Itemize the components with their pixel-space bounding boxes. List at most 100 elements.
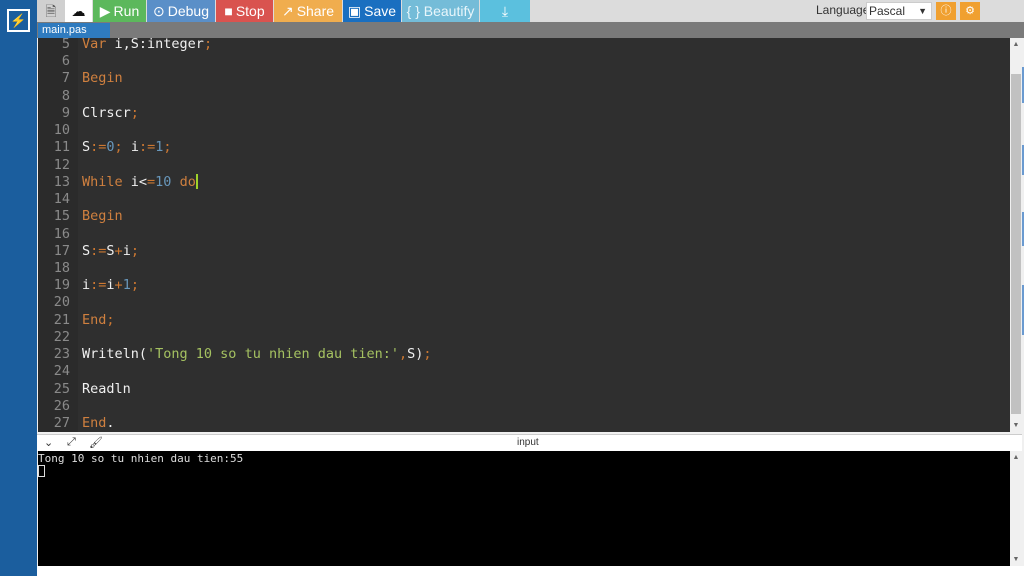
- download-button[interactable]: ⤓: [480, 0, 530, 22]
- code-line[interactable]: While i<=10 do: [82, 173, 198, 190]
- code-token: :=: [90, 277, 107, 294]
- chevron-down-icon: ▼: [918, 6, 927, 16]
- code-token: i: [122, 242, 131, 259]
- code-token: =: [147, 173, 156, 190]
- line-number: 26: [53, 397, 70, 414]
- code-line[interactable]: Begin: [82, 70, 123, 86]
- scroll-down-icon[interactable]: ▼: [1010, 556, 1022, 563]
- code-token: i: [106, 277, 115, 294]
- scrollbar-thumb[interactable]: [1011, 74, 1021, 414]
- scroll-up-icon[interactable]: ▲: [1010, 41, 1022, 48]
- line-number: 22: [53, 328, 70, 345]
- clear-icon[interactable]: 🖌: [89, 436, 103, 449]
- toolbar: 🗎 ☁ ▶ Run ⊙ Debug ■ Stop ↗ Share ▣ Save { } B…: [37, 0, 1024, 22]
- line-number: 5: [61, 38, 70, 52]
- terminal-scrollbar[interactable]: ▲ ▼: [1010, 451, 1022, 566]
- code-token: Begin: [82, 208, 123, 225]
- line-number: 8: [61, 87, 70, 104]
- code-token: 0: [106, 139, 115, 156]
- code-line[interactable]: Clrscr;: [82, 105, 139, 121]
- file-tab-bar: main.pas: [37, 22, 1024, 38]
- code-token: ;: [114, 139, 123, 156]
- new-file-button[interactable]: 🗎: [37, 0, 65, 22]
- play-icon: ▶: [99, 3, 111, 19]
- code-line[interactable]: Readln: [82, 381, 131, 397]
- code-token: i: [122, 139, 139, 156]
- code-token: ;: [130, 104, 139, 121]
- code-token: ;: [130, 242, 139, 259]
- line-number: 18: [53, 259, 70, 276]
- run-button[interactable]: ▶ Run: [93, 0, 146, 22]
- code-line[interactable]: S:=0; i:=1;: [82, 139, 172, 155]
- beautify-button[interactable]: { } Beautify: [402, 0, 479, 22]
- scroll-up-icon[interactable]: ▲: [1010, 454, 1022, 461]
- code-token: Readln: [82, 380, 131, 397]
- code-token: ;: [106, 311, 115, 328]
- line-number: 11: [53, 139, 70, 156]
- code-token: S: [82, 242, 91, 259]
- output-header: ⌄ ⤢ 🖌 input: [37, 434, 1022, 451]
- code-token: i,S:integer: [106, 38, 204, 52]
- code-token: :=: [90, 242, 107, 259]
- code-line[interactable]: Writeln('Tong 10 so tu nhien dau tien:',…: [82, 346, 432, 362]
- bolt-icon[interactable]: ⚡: [7, 9, 30, 32]
- upload-button[interactable]: ☁: [65, 0, 92, 22]
- line-number: 9: [61, 104, 70, 121]
- save-button[interactable]: ▣ Save: [343, 0, 401, 22]
- code-token: S): [407, 346, 424, 363]
- code-token: End: [82, 415, 107, 432]
- download-icon: ⤓: [501, 3, 509, 19]
- settings-button[interactable]: ⚙: [960, 2, 980, 20]
- line-number: 23: [53, 346, 70, 363]
- code-token: ;: [423, 346, 432, 363]
- stop-button[interactable]: ■ Stop: [216, 0, 273, 22]
- language-select[interactable]: Pascal ▼: [866, 2, 932, 20]
- line-number: 7: [61, 70, 70, 87]
- code-line[interactable]: S:=S+i;: [82, 243, 139, 259]
- line-number: 24: [53, 363, 70, 380]
- footer: [37, 566, 1024, 576]
- output-terminal[interactable]: Tong 10 so tu nhien dau tien:55: [38, 451, 1010, 566]
- code-token: Writeln(: [82, 346, 148, 363]
- line-number: 27: [53, 415, 70, 432]
- line-number: 10: [53, 122, 70, 139]
- share-icon: ↗: [281, 3, 294, 19]
- code-token: S: [82, 139, 91, 156]
- code-token: 'Tong 10 so tu nhien dau tien:': [147, 346, 399, 363]
- code-token: S: [106, 242, 115, 259]
- code-line[interactable]: Begin: [82, 208, 123, 224]
- share-button[interactable]: ↗ Share: [274, 0, 342, 22]
- debug-button[interactable]: ⊙ Debug: [147, 0, 215, 22]
- output-text: Tong 10 so tu nhien dau tien:55: [38, 452, 244, 465]
- code-line[interactable]: i:=i+1;: [82, 277, 139, 293]
- code-token: +: [114, 277, 123, 294]
- stop-icon: ■: [224, 3, 233, 19]
- sidebar: ⚡: [0, 0, 37, 576]
- line-number: 6: [61, 53, 70, 70]
- code-token: +: [114, 242, 123, 259]
- tab-main-pas[interactable]: main.pas: [38, 23, 110, 38]
- code-editor[interactable]: 5 Var i,S:integer; 6 7 Begin 8 9 Clrscr; 10 11 S:=…: [38, 38, 1010, 432]
- code-token: .: [106, 415, 115, 432]
- code-line[interactable]: End.: [82, 415, 115, 431]
- code-token: While: [82, 173, 123, 190]
- code-token: Clrscr: [82, 104, 131, 121]
- text-cursor: [195, 173, 198, 189]
- scroll-down-icon[interactable]: ▼: [1010, 422, 1022, 429]
- code-token: Begin: [82, 70, 123, 87]
- expand-icon[interactable]: ⤢: [67, 436, 76, 449]
- editor-scrollbar[interactable]: ▲ ▼: [1010, 38, 1022, 432]
- code-token: ;: [203, 38, 213, 52]
- code-token: ;: [130, 277, 139, 294]
- code-token: ,: [399, 346, 408, 363]
- code-token: ;: [163, 139, 172, 156]
- info-button[interactable]: ⓘ: [936, 2, 956, 20]
- code-token: 1: [122, 277, 131, 294]
- line-number: 12: [53, 156, 70, 173]
- chevron-down-icon[interactable]: ⌄: [44, 436, 53, 449]
- line-number: 25: [53, 380, 70, 397]
- code-line[interactable]: Var i,S:integer;: [82, 38, 212, 52]
- code-token: :=: [138, 139, 156, 156]
- line-number: 13: [53, 173, 70, 190]
- code-line[interactable]: End;: [82, 312, 115, 328]
